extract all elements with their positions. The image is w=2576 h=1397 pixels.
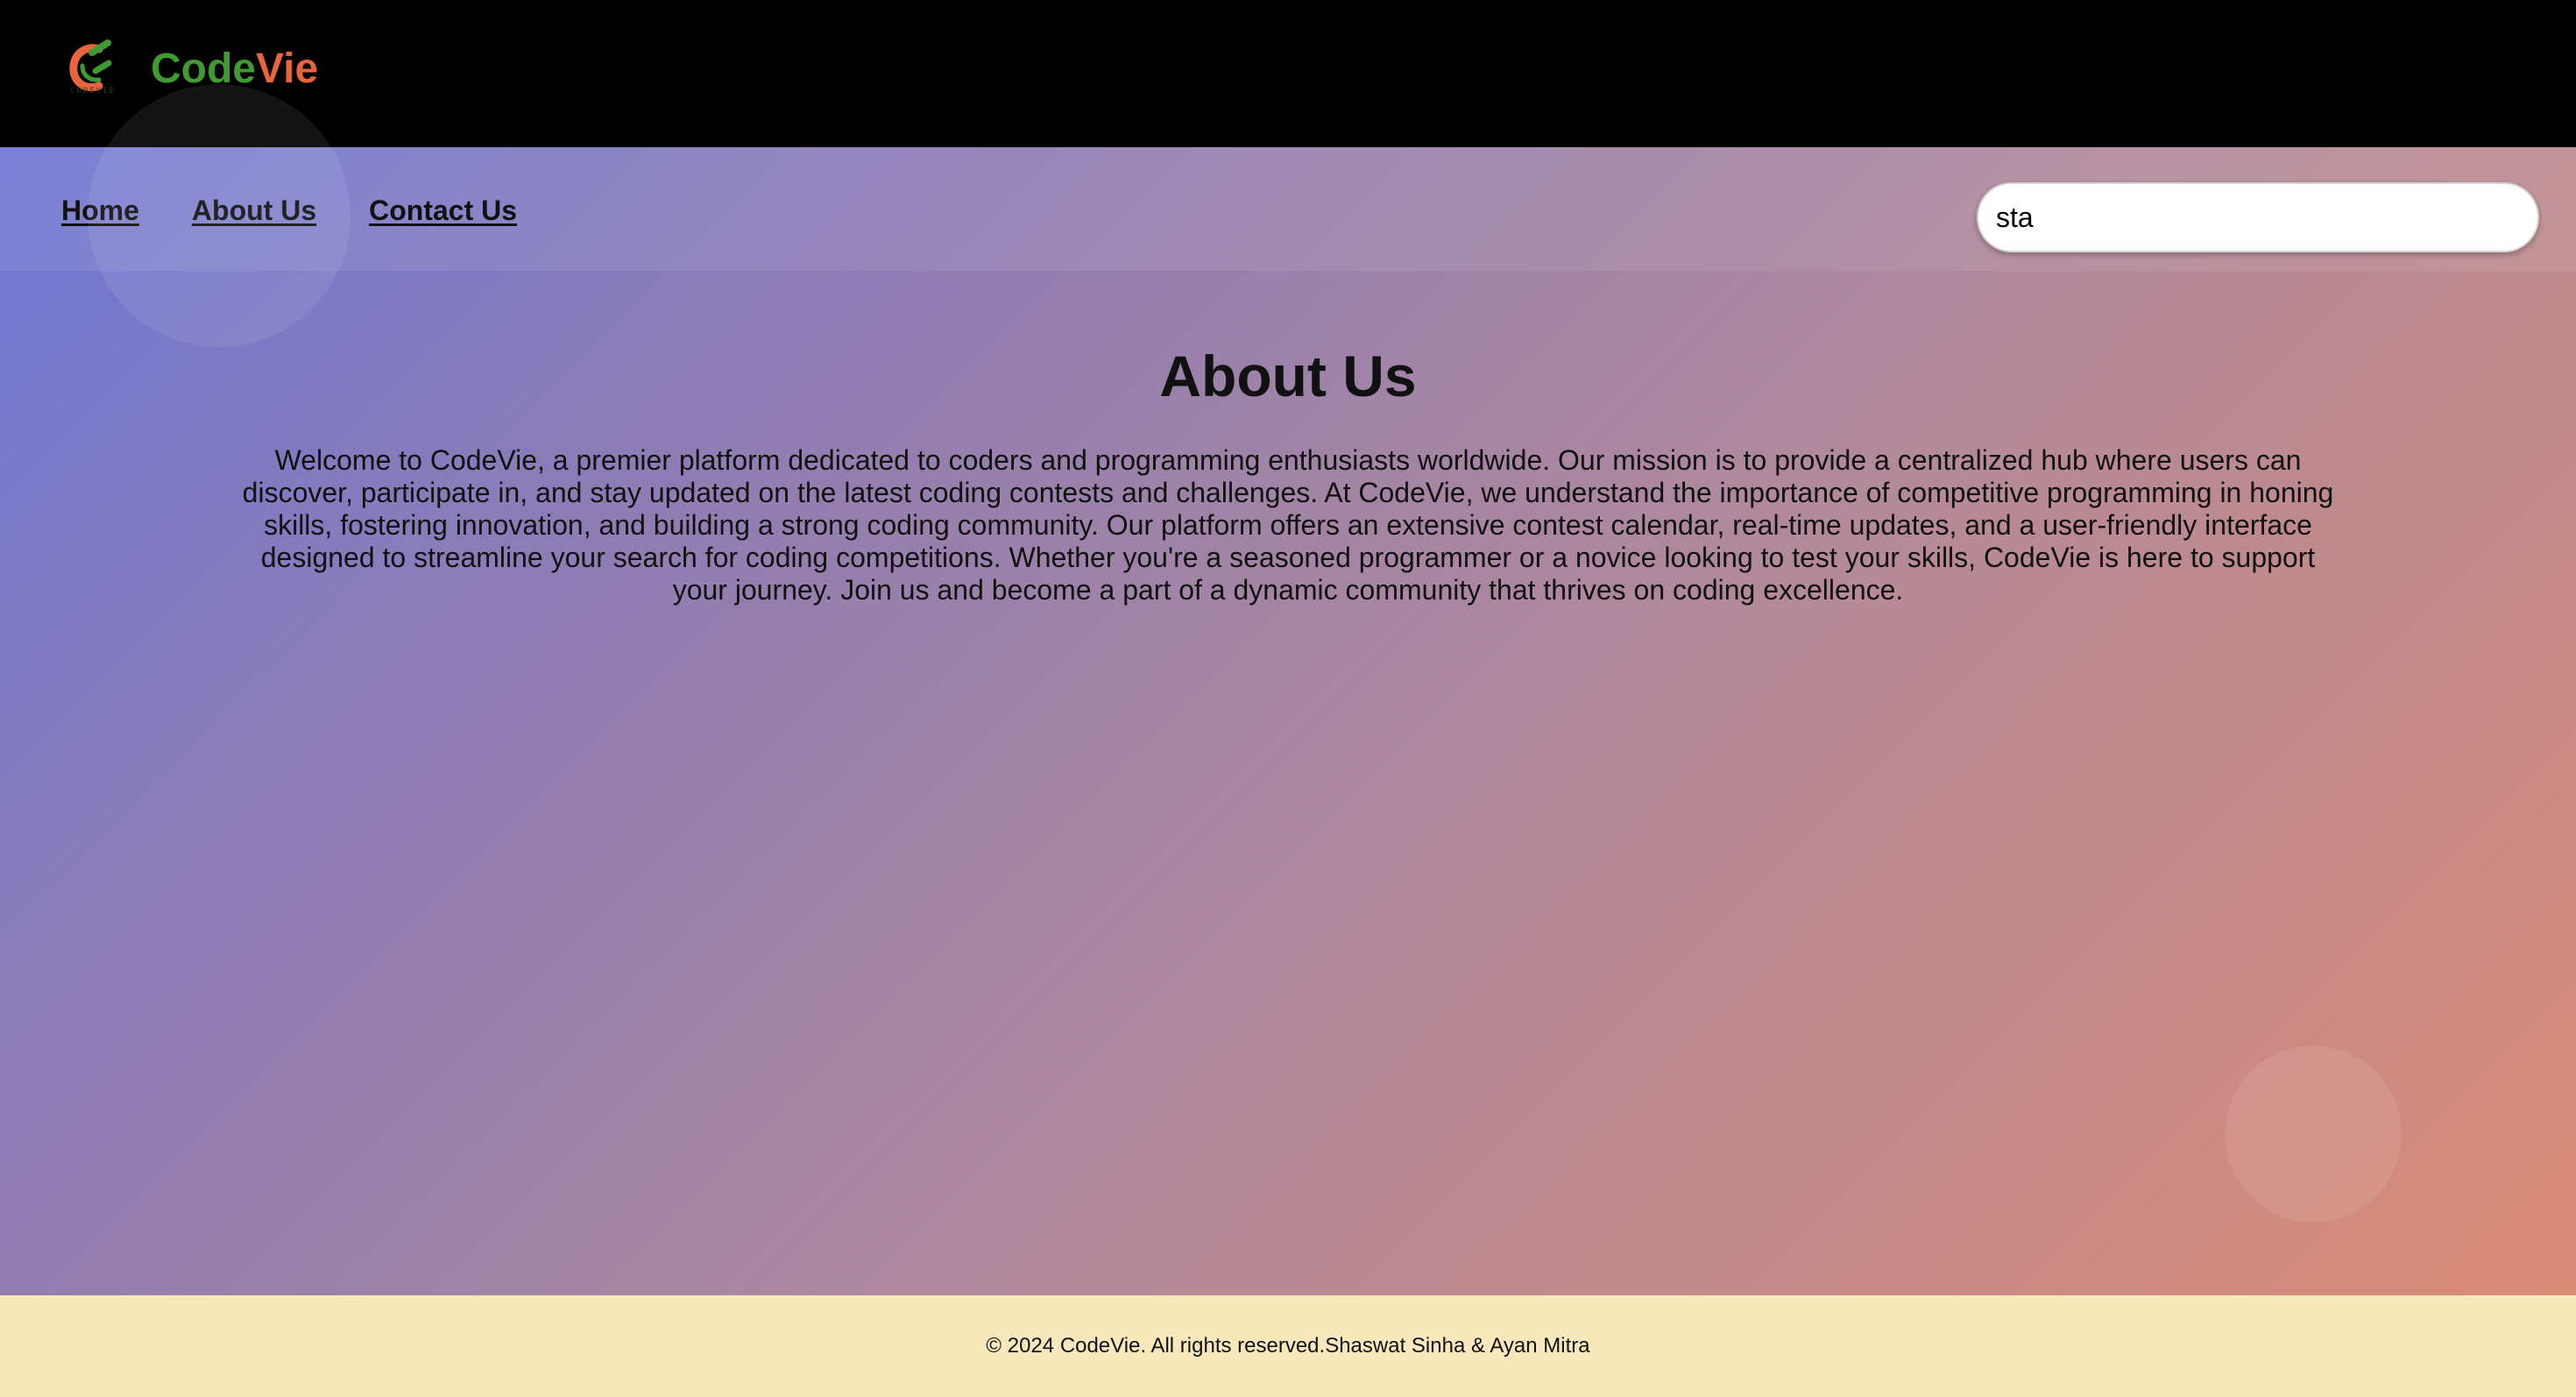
- nav-contact-link[interactable]: Contact Us: [369, 195, 517, 227]
- page-title: About Us: [1159, 344, 1417, 408]
- about-section: About Us Welcome to CodeVie, a premier p…: [0, 271, 2576, 1295]
- site-footer: © 2024 CodeVie. All rights reserved.Shas…: [0, 1295, 2576, 1397]
- brand-name[interactable]: CodeVie: [151, 42, 318, 96]
- footer-copyright: © 2024 CodeVie. All rights reserved.Shas…: [986, 1334, 1590, 1358]
- nav-home-link[interactable]: Home: [61, 195, 139, 227]
- site-header: CODEVIE CodeVie: [0, 0, 2576, 147]
- logo-small-text: CODEVIE: [70, 87, 116, 96]
- brand-code-text: Code: [151, 46, 256, 92]
- brand-vie-text: Vie: [256, 46, 319, 92]
- nav-links: Home About Us Contact Us: [61, 195, 517, 227]
- nav-about-link[interactable]: About Us: [192, 195, 316, 227]
- about-paragraph: Welcome to CodeVie, a premier platform d…: [242, 444, 2334, 606]
- search-input[interactable]: [1977, 182, 2539, 252]
